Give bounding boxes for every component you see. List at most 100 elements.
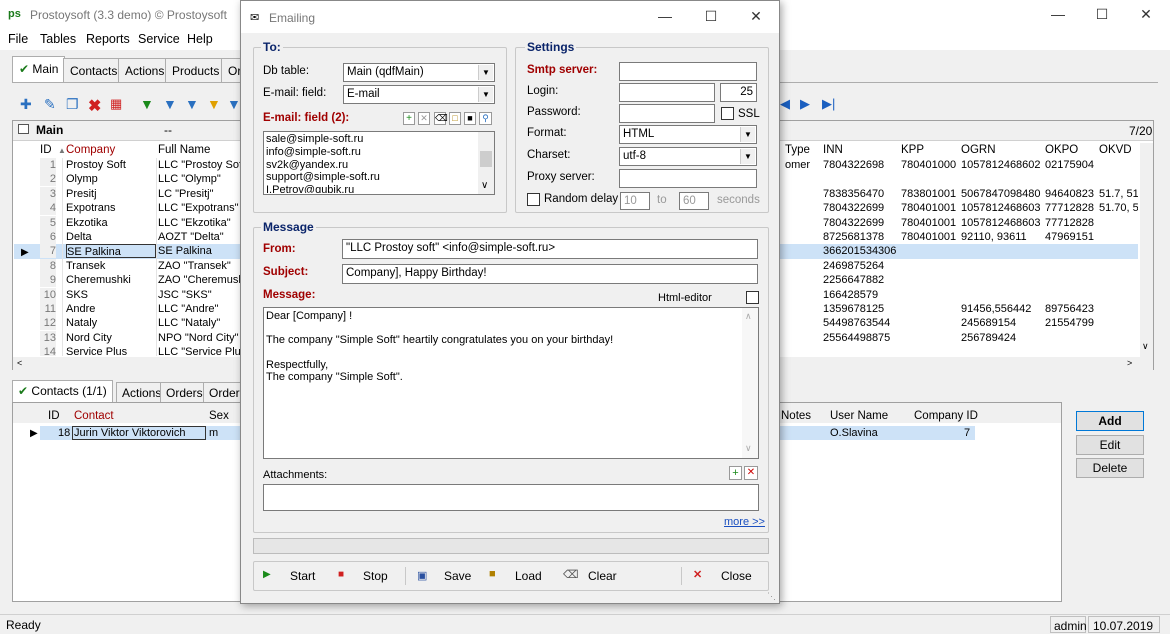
col-kpp[interactable]: KPP xyxy=(901,144,924,156)
chevron-down-icon: ▼ xyxy=(478,87,493,102)
attachments-list[interactable] xyxy=(263,484,759,511)
scroll-down-icon[interactable]: ∨ xyxy=(745,443,752,454)
filter-icon[interactable]: ▼ xyxy=(207,96,223,112)
tab-main[interactable]: ✔ Main xyxy=(12,56,66,82)
more-link[interactable]: more >> xyxy=(724,516,765,528)
last-record-icon[interactable]: ▶| xyxy=(822,96,838,112)
stop-button[interactable]: Stop xyxy=(363,569,388,583)
email-list-item[interactable]: sv2k@yandex.ru xyxy=(266,159,478,172)
menu-service[interactable]: Service xyxy=(138,32,180,46)
col-company[interactable]: Company xyxy=(66,144,115,156)
col-type[interactable]: Type xyxy=(785,144,810,156)
add-email-icon[interactable]: + xyxy=(403,112,415,125)
password-input[interactable] xyxy=(619,104,715,123)
email-list-item[interactable]: support@simple-soft.ru xyxy=(266,171,478,184)
col-ogrn[interactable]: OGRN xyxy=(961,144,996,156)
col-inn[interactable]: INN xyxy=(823,144,843,156)
email-list-item[interactable]: info@simple-soft.ru xyxy=(266,146,478,159)
ccol-company-id[interactable]: Company ID xyxy=(914,410,978,422)
tab-contacts-detail[interactable]: ✔ Contacts (1/1) xyxy=(12,380,113,402)
clear-list-icon[interactable]: ⌫ xyxy=(434,112,448,125)
check-icon: ✔ xyxy=(19,62,30,76)
remove-attachment-icon[interactable]: ✕ xyxy=(744,466,758,480)
next-record-icon[interactable]: ▶ xyxy=(800,96,816,112)
delete-icon[interactable]: ✖ xyxy=(88,96,104,115)
minimize-icon[interactable]: — xyxy=(1048,6,1068,24)
random-delay-checkbox[interactable] xyxy=(527,193,540,206)
email-list-item[interactable]: sale@simple-soft.ru xyxy=(266,133,478,146)
format-label: Format: xyxy=(527,127,567,139)
ccol-user[interactable]: User Name xyxy=(830,410,888,422)
smtp-input[interactable] xyxy=(619,62,757,81)
email-list-scroll-thumb[interactable] xyxy=(480,151,492,167)
scroll-right-icon[interactable]: > xyxy=(1127,358,1132,368)
col-fullname[interactable]: Full Name xyxy=(158,144,210,156)
col-okvd[interactable]: OKVD xyxy=(1099,144,1132,156)
delay-from-input[interactable]: 10 xyxy=(620,192,650,210)
tab-orders-detail[interactable]: Orders xyxy=(160,382,209,402)
charset-select[interactable]: utf-8 ▼ xyxy=(619,147,757,166)
scroll-left-icon[interactable]: < xyxy=(17,358,22,368)
db-table-select[interactable]: Main (qdfMain) ▼ xyxy=(343,63,495,82)
delay-to-input[interactable]: 60 xyxy=(679,192,709,210)
col-okpo[interactable]: OKPO xyxy=(1045,144,1078,156)
copy-icon[interactable]: ❐ xyxy=(66,96,82,112)
add-record-icon[interactable]: ✚ xyxy=(20,96,36,112)
menu-tables[interactable]: Tables xyxy=(40,32,76,46)
delete-all-icon[interactable]: ▦ xyxy=(110,96,126,112)
maximize-icon[interactable]: ☐ xyxy=(1092,6,1112,24)
prev-record-icon[interactable]: ◀ xyxy=(780,96,796,112)
menu-reports[interactable]: Reports xyxy=(86,32,130,46)
tab-actions[interactable]: Actions xyxy=(118,58,172,82)
menu-file[interactable]: File xyxy=(8,32,28,46)
edit-icon[interactable]: ✎ xyxy=(44,96,60,112)
login-input[interactable] xyxy=(619,83,715,102)
dialog-close-icon[interactable]: ✕ xyxy=(746,8,766,26)
tab-orders2-detail[interactable]: Orders xyxy=(203,382,241,402)
add-attachment-icon[interactable]: + xyxy=(729,466,742,480)
scroll-up-icon[interactable]: ∧ xyxy=(745,311,752,322)
email-field-select[interactable]: E-mail ▼ xyxy=(343,85,495,104)
email-list-item[interactable]: I.Petrov@qubik.ru xyxy=(266,184,478,193)
cell-company: Prostoy Soft xyxy=(66,159,126,171)
html-editor-checkbox[interactable] xyxy=(746,291,759,304)
ssl-checkbox[interactable] xyxy=(721,107,734,120)
message-scroll[interactable] xyxy=(742,308,758,458)
proxy-input[interactable] xyxy=(619,169,757,188)
close-icon[interactable]: ✕ xyxy=(1136,6,1156,24)
load-button[interactable]: Load xyxy=(515,569,542,583)
delete-button[interactable]: Delete xyxy=(1076,458,1144,478)
from-input[interactable]: "LLC Prostoy soft" <info@simple-soft.ru> xyxy=(342,239,758,259)
format-select[interactable]: HTML ▼ xyxy=(619,125,757,144)
search-icon[interactable]: ⚲ xyxy=(479,112,492,125)
scroll-down-icon[interactable]: ∨ xyxy=(1142,341,1149,352)
menu-help[interactable]: Help xyxy=(187,32,213,46)
filter-clear-icon[interactable]: ▼ xyxy=(185,96,201,112)
dialog-minimize-icon[interactable]: — xyxy=(655,8,675,26)
ccol-contact[interactable]: Contact xyxy=(74,410,114,422)
tab-products[interactable]: Products xyxy=(165,58,227,82)
open-folder-icon[interactable]: □ xyxy=(449,112,461,125)
scroll-down-icon[interactable]: ∨ xyxy=(481,180,488,191)
start-button[interactable]: Start xyxy=(290,569,315,583)
tab-orders[interactable]: Ord xyxy=(221,58,241,82)
col-id[interactable]: ID xyxy=(40,144,52,156)
close-button[interactable]: Close xyxy=(721,569,752,583)
save-button[interactable]: Save xyxy=(444,569,471,583)
filter-add-icon[interactable]: ▼ xyxy=(140,96,156,112)
ccol-notes[interactable]: Notes xyxy=(781,410,811,422)
grid-vscroll[interactable] xyxy=(1140,143,1153,357)
add-button[interactable]: Add xyxy=(1076,411,1144,431)
clear-button[interactable]: Clear xyxy=(588,569,617,583)
save-list-icon[interactable]: ■ xyxy=(464,112,476,125)
filter-remove-icon[interactable]: ▼ xyxy=(163,96,179,112)
port-input[interactable]: 25 xyxy=(720,83,757,102)
dialog-maximize-icon[interactable]: ☐ xyxy=(701,8,721,26)
remove-email-icon[interactable]: ✕ xyxy=(418,112,430,125)
ccol-sex[interactable]: Sex xyxy=(209,410,229,422)
edit-button[interactable]: Edit xyxy=(1076,435,1144,455)
ccol-id[interactable]: ID xyxy=(48,410,60,422)
resize-grip-icon[interactable]: ⋱ xyxy=(767,591,776,602)
tab-contacts[interactable]: Contacts xyxy=(63,58,125,82)
subject-input[interactable]: Company], Happy Birthday! xyxy=(342,264,758,284)
